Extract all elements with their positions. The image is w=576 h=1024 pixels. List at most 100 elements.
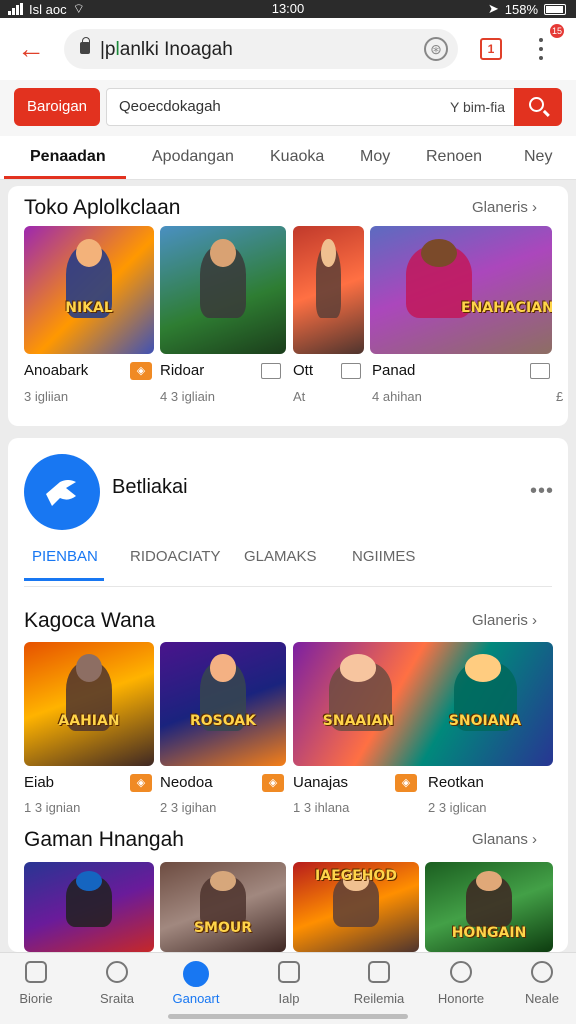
search-input[interactable]: Qeoecdokagah Y bim-fia xyxy=(106,88,516,126)
app-art: ENAHACIAN xyxy=(370,226,552,354)
app-art: SNAAIAN SNOIANA xyxy=(293,642,553,766)
home-indicator xyxy=(168,1014,408,1019)
nav-item-honorte[interactable]: Honorte xyxy=(423,961,499,1006)
dev-tab-ridoaciaty[interactable]: RIDOACIATY xyxy=(130,548,221,565)
app-tile-7[interactable]: SNAAIAN SNOIANA xyxy=(293,642,553,766)
more-icon[interactable]: ••• xyxy=(530,480,554,503)
address-bar[interactable]: |planlki Inoagah ⊛ xyxy=(64,29,458,69)
search-filter[interactable]: Y bim-fia xyxy=(450,99,505,115)
nav-item-reilemia[interactable]: Reilemia xyxy=(341,961,417,1006)
app-tile-8[interactable] xyxy=(24,862,154,952)
nav-item-sraita[interactable]: Sraita xyxy=(79,961,155,1006)
tab-moy[interactable]: Moy xyxy=(360,148,390,166)
nav-label: Ialp xyxy=(278,991,300,1006)
app-art xyxy=(24,862,154,952)
nav-item-ialp[interactable]: Ialp xyxy=(251,961,327,1006)
tab-ney[interactable]: Ney xyxy=(524,148,552,166)
section-title: Gaman Hnangah xyxy=(24,828,184,851)
app-meta-trailing: £ xyxy=(556,389,564,404)
nav-label: Ganoart xyxy=(172,991,220,1006)
location-icon: ➤ xyxy=(487,1,499,16)
developer-logo-icon xyxy=(46,480,76,506)
overflow-menu-button[interactable] xyxy=(533,35,549,63)
games-icon xyxy=(183,961,209,987)
store-icon xyxy=(25,961,47,983)
nav-label: Biorie xyxy=(19,991,53,1006)
app-tile-1[interactable]: NIKAL xyxy=(24,226,154,354)
browser-toolbar: ← |planlki Inoagah ⊛ 1 15 xyxy=(0,18,576,80)
translate-icon[interactable]: ⊛ xyxy=(424,37,448,61)
app-art xyxy=(160,226,286,354)
profile-icon xyxy=(531,961,553,983)
install-badge-icon[interactable]: ◈ xyxy=(395,774,417,792)
app-meta: 4 3 igliain xyxy=(160,389,215,404)
divider xyxy=(24,586,552,587)
tile-word: AAHIAN xyxy=(58,712,120,729)
search-icon xyxy=(106,961,128,983)
app-tile-2[interactable] xyxy=(160,226,286,354)
brand-button[interactable]: Baroigan xyxy=(14,88,100,126)
search-icon xyxy=(529,97,544,112)
app-meta: 3 igliian xyxy=(24,389,69,404)
rewards-icon xyxy=(450,961,472,983)
tab-renoen[interactable]: Renoen xyxy=(426,148,482,166)
app-meta: 4 ahihan xyxy=(372,389,422,404)
nav-item-biorie[interactable]: Biorie xyxy=(0,961,74,1006)
dev-tab-indicator xyxy=(24,578,104,581)
tab-penaadan[interactable]: Penaadan xyxy=(30,148,106,166)
status-bar: Isl aoc ⌔ 13:00 ➤ 158% xyxy=(0,0,576,18)
app-tile-6[interactable]: ROSOAK xyxy=(160,642,286,766)
tile-word: IAEGEHOD xyxy=(315,868,397,884)
nav-label: Reilemia xyxy=(353,991,405,1006)
app-tile-5[interactable]: AAHIAN xyxy=(24,642,154,766)
app-name: Reotkan xyxy=(428,774,484,791)
checkbox-icon[interactable] xyxy=(261,363,281,379)
search-button[interactable] xyxy=(514,88,562,126)
tile-word: HONGAIN xyxy=(451,925,527,942)
nav-label: Neale xyxy=(525,991,559,1006)
see-all-link[interactable]: Glaneris › xyxy=(472,199,537,216)
tab-kuaoka[interactable]: Kuaoka xyxy=(270,148,324,166)
nav-item-neale[interactable]: Neale xyxy=(504,961,576,1006)
app-tile-9[interactable]: SMOUR xyxy=(160,862,286,952)
developer-avatar[interactable] xyxy=(24,454,100,530)
notification-badge: 15 xyxy=(550,24,564,38)
app-art: SMOUR xyxy=(160,862,286,952)
see-all-link[interactable]: Glaneris › xyxy=(472,612,537,629)
install-badge-icon[interactable]: ◈ xyxy=(130,362,152,380)
dev-tab-ngiimes[interactable]: NGIIMES xyxy=(352,548,415,565)
developer-name: Betliakai xyxy=(112,476,188,498)
tile-word: ROSOAK xyxy=(190,712,256,729)
app-tile-10[interactable]: IAEGEHOD xyxy=(293,862,419,952)
install-badge-icon[interactable]: ◈ xyxy=(130,774,152,792)
app-meta: 2 3 iglican xyxy=(428,800,487,815)
app-tile-4[interactable]: ENAHACIAN xyxy=(370,226,552,354)
install-badge-icon[interactable]: ◈ xyxy=(262,774,284,792)
books-icon xyxy=(368,961,390,983)
tab-apodangan[interactable]: Apodangan xyxy=(152,148,234,166)
see-all-link[interactable]: Glanans › xyxy=(472,831,537,848)
app-art: IAEGEHOD xyxy=(293,862,419,952)
active-tab-indicator xyxy=(4,176,126,179)
battery-icon xyxy=(544,3,566,15)
tabs-button[interactable]: 1 xyxy=(480,38,502,60)
app-tile-3[interactable] xyxy=(293,226,364,354)
app-meta: 1 3 ihlana xyxy=(293,800,350,815)
arrow-left-icon: ← xyxy=(17,33,45,64)
tile-word: NIKAL xyxy=(65,299,113,316)
app-name: Anoabark xyxy=(24,362,89,379)
checkbox-icon[interactable] xyxy=(530,363,550,379)
nav-item-ganoart[interactable]: Ganoart xyxy=(158,961,234,1006)
app-meta: 1 3 ignian xyxy=(24,800,81,815)
back-button[interactable]: ← xyxy=(14,32,48,66)
lock-icon xyxy=(80,37,90,54)
apps-icon xyxy=(278,961,300,983)
checkbox-icon[interactable] xyxy=(341,363,361,379)
tile-word: SNOIANA xyxy=(448,712,522,729)
status-right: ➤ 158% xyxy=(488,1,566,17)
dev-tab-glamaks[interactable]: GLAMAKS xyxy=(244,548,317,565)
url-rest: anlki Inoagah xyxy=(119,39,233,60)
dev-tab-pienban[interactable]: PIENBAN xyxy=(32,548,98,565)
app-name: Ridoar xyxy=(160,362,205,379)
app-tile-11[interactable]: HONGAIN xyxy=(425,862,553,952)
